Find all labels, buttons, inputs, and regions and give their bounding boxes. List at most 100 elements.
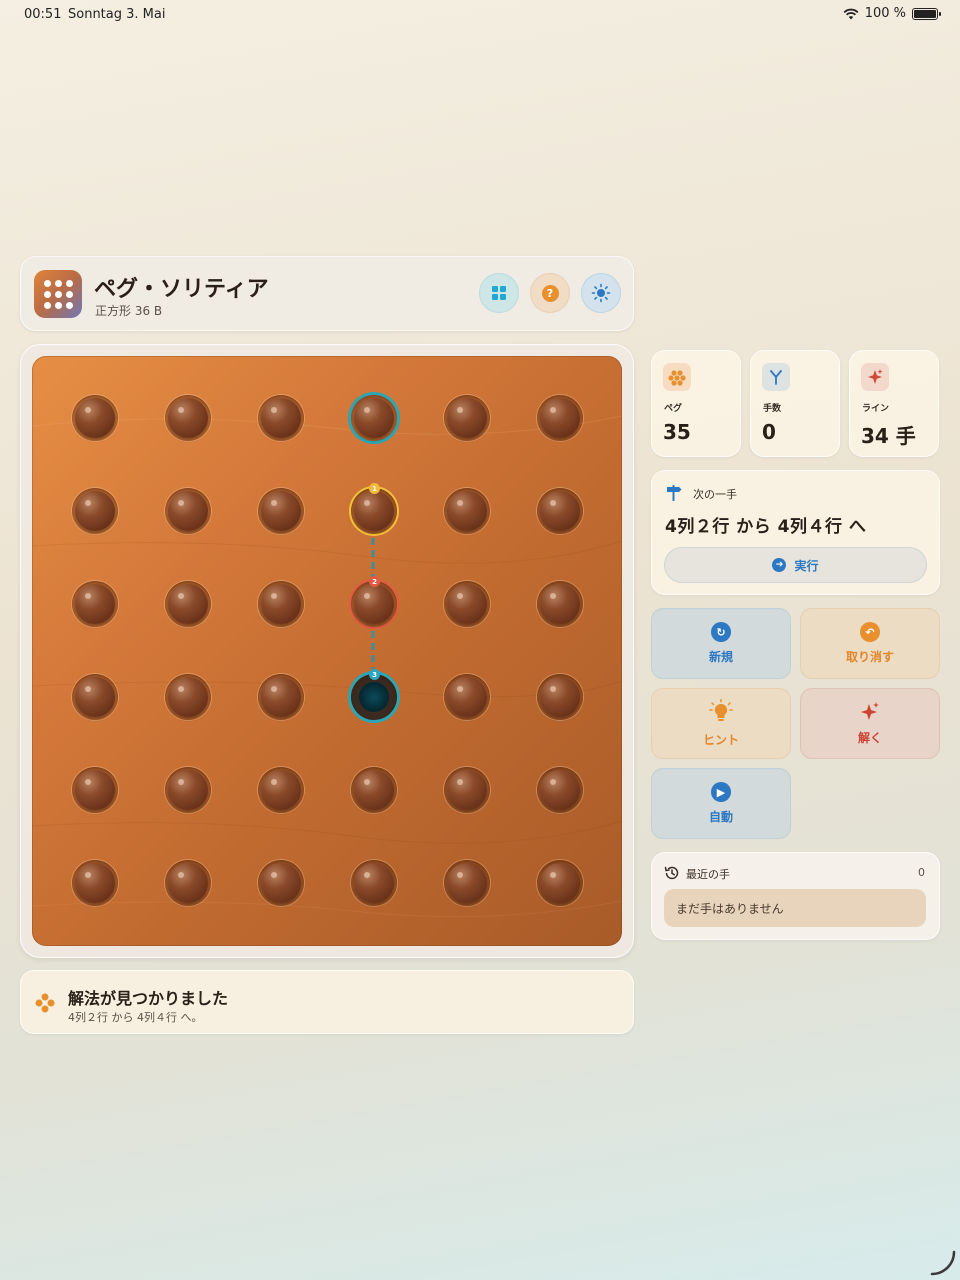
- board-hole-r3-c2[interactable]: [165, 581, 211, 627]
- peg[interactable]: [354, 770, 394, 810]
- peg[interactable]: [354, 584, 394, 624]
- board-hole-r1-c6[interactable]: [537, 395, 583, 441]
- board-hole-r6-c4[interactable]: [351, 860, 397, 906]
- peg[interactable]: [261, 863, 301, 903]
- peg[interactable]: [75, 584, 115, 624]
- peg[interactable]: [540, 770, 580, 810]
- board-hole-r3-c1[interactable]: [72, 581, 118, 627]
- peg[interactable]: [540, 863, 580, 903]
- peg[interactable]: [75, 398, 115, 438]
- peg[interactable]: [75, 677, 115, 717]
- peg[interactable]: [261, 584, 301, 624]
- board-hole-r4-c1[interactable]: [72, 674, 118, 720]
- board-hole-r3-c6[interactable]: [537, 581, 583, 627]
- peg[interactable]: [447, 491, 487, 531]
- peg[interactable]: [354, 398, 394, 438]
- recent-moves-card: 最近の手 0 まだ手はありません: [651, 852, 940, 940]
- board-hole-r5-c1[interactable]: [72, 767, 118, 813]
- board-hole-r4-c2[interactable]: [165, 674, 211, 720]
- board-hole-r2-c6[interactable]: [537, 488, 583, 534]
- board-hole-r5-c2[interactable]: [165, 767, 211, 813]
- execute-button[interactable]: ➔ 実行: [664, 547, 927, 583]
- board-hole-r2-c2[interactable]: [165, 488, 211, 534]
- stat-pegs-label: ペグ: [664, 404, 683, 414]
- board-hole-r5-c3[interactable]: [258, 767, 304, 813]
- signpost-icon: [667, 485, 682, 501]
- theme-button[interactable]: [581, 273, 621, 313]
- board-hole-r3-c4[interactable]: 2: [351, 576, 397, 627]
- board-hole-r2-c4[interactable]: 1: [351, 483, 397, 534]
- peg[interactable]: [447, 863, 487, 903]
- peg[interactable]: [447, 584, 487, 624]
- peg[interactable]: [261, 491, 301, 531]
- peg[interactable]: [540, 677, 580, 717]
- peg[interactable]: [540, 584, 580, 624]
- undo-button[interactable]: ↶ 取り消す: [800, 608, 940, 679]
- peg[interactable]: [261, 770, 301, 810]
- peg[interactable]: [540, 398, 580, 438]
- status-time: 00:51: [24, 7, 62, 22]
- board-hole-r2-c1[interactable]: [72, 488, 118, 534]
- peg[interactable]: [540, 491, 580, 531]
- peg[interactable]: [261, 398, 301, 438]
- game-board[interactable]: 1 2 3: [32, 356, 622, 946]
- app-title: ペグ・ソリティア: [94, 277, 269, 302]
- execute-label: 実行: [794, 558, 819, 573]
- peg[interactable]: [75, 863, 115, 903]
- peg[interactable]: [168, 584, 208, 624]
- peg[interactable]: [447, 677, 487, 717]
- board-hole-r4-c4[interactable]: 3: [351, 669, 397, 720]
- board-hole-r3-c5[interactable]: [444, 581, 490, 627]
- peg[interactable]: [447, 770, 487, 810]
- board-hole-r1-c2[interactable]: [165, 395, 211, 441]
- help-button[interactable]: ?: [530, 273, 570, 313]
- auto-play-button[interactable]: ▶ 自動: [651, 768, 791, 839]
- peg[interactable]: [75, 770, 115, 810]
- board-hole-r1-c5[interactable]: [444, 395, 490, 441]
- board-hole-r4-c5[interactable]: [444, 674, 490, 720]
- board-hole-r6-c1[interactable]: [72, 860, 118, 906]
- banner-subtitle: 4列２行 から 4列４行 へ。: [68, 1011, 203, 1024]
- hint-button[interactable]: ヒント: [651, 688, 791, 759]
- peg[interactable]: [168, 863, 208, 903]
- board-hole-r1-c4[interactable]: [351, 395, 397, 441]
- empty-hole-marker: [359, 682, 389, 712]
- move-step-badge: 3: [369, 669, 380, 680]
- board-hole-r2-c5[interactable]: [444, 488, 490, 534]
- board-hole-r5-c5[interactable]: [444, 767, 490, 813]
- layout-button[interactable]: [479, 273, 519, 313]
- battery-icon: [912, 7, 941, 20]
- board-hole-r6-c3[interactable]: [258, 860, 304, 906]
- board-hole-r2-c3[interactable]: [258, 488, 304, 534]
- new-game-button[interactable]: ↻ 新規: [651, 608, 791, 679]
- status-date: Sonntag 3. Mai: [68, 7, 166, 22]
- branch-icon: [762, 363, 790, 391]
- board-hole-r1-c3[interactable]: [258, 395, 304, 441]
- resize-handle-icon: [930, 1250, 956, 1276]
- board-hole-r5-c6[interactable]: [537, 767, 583, 813]
- peg[interactable]: [168, 677, 208, 717]
- board-hole-r6-c2[interactable]: [165, 860, 211, 906]
- peg[interactable]: [261, 677, 301, 717]
- solution-banner: 解法が見つかりました 4列２行 から 4列４行 へ。: [20, 970, 634, 1034]
- stat-line-label: ライン: [862, 404, 890, 414]
- stat-moves: 手数 0: [750, 350, 840, 457]
- board-hole-r4-c3[interactable]: [258, 674, 304, 720]
- restart-icon: ↻: [711, 622, 731, 642]
- peg[interactable]: [447, 398, 487, 438]
- peg[interactable]: [75, 491, 115, 531]
- board-hole-r4-c6[interactable]: [537, 674, 583, 720]
- peg[interactable]: [168, 770, 208, 810]
- board-hole-r6-c6[interactable]: [537, 860, 583, 906]
- peg[interactable]: [354, 491, 394, 531]
- board-hole-r3-c3[interactable]: [258, 581, 304, 627]
- peg[interactable]: [168, 398, 208, 438]
- stat-pegs: ペグ 35: [651, 350, 741, 457]
- stat-line: ライン 34 手: [849, 350, 939, 457]
- board-hole-r6-c5[interactable]: [444, 860, 490, 906]
- peg[interactable]: [168, 491, 208, 531]
- board-hole-r1-c1[interactable]: [72, 395, 118, 441]
- solve-button[interactable]: 解く: [800, 688, 940, 759]
- board-hole-r5-c4[interactable]: [351, 767, 397, 813]
- peg[interactable]: [354, 863, 394, 903]
